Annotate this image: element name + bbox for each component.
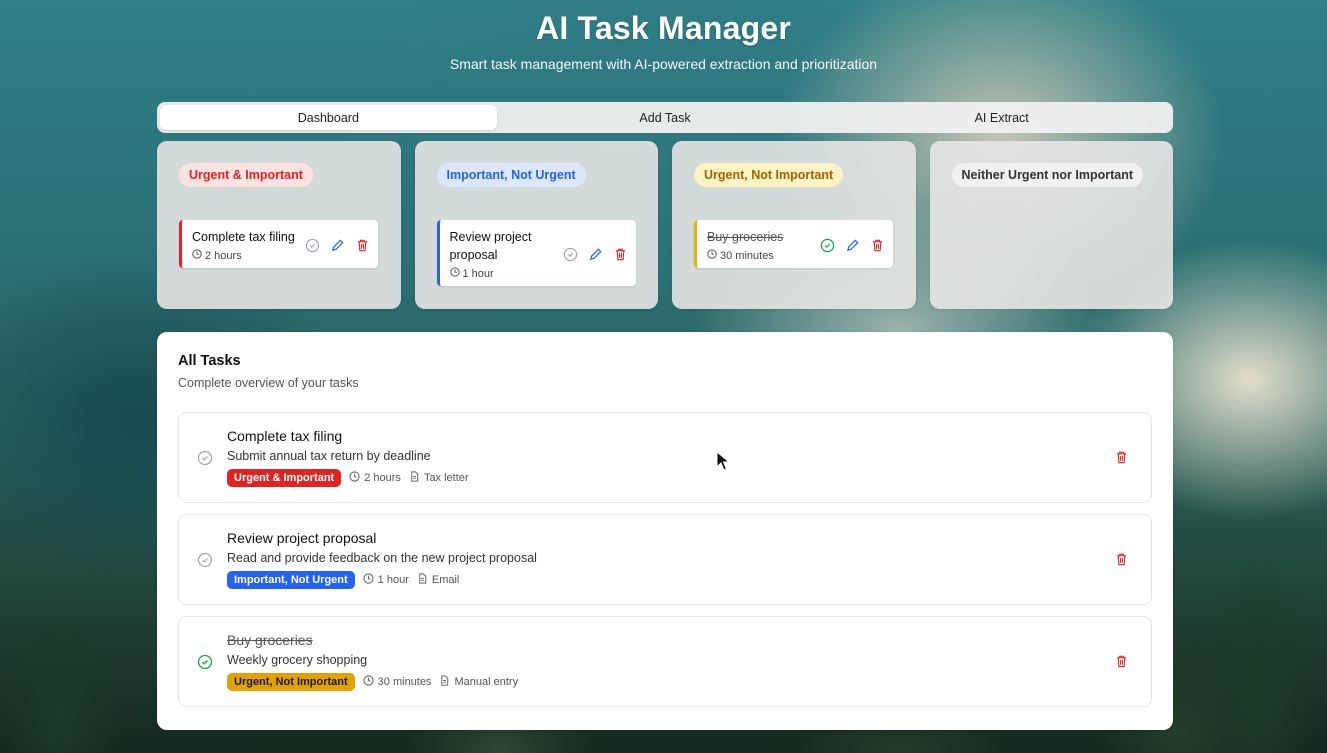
edit-pencil-icon[interactable]	[330, 238, 345, 253]
complete-circle-icon[interactable]	[197, 552, 213, 568]
delete-trash-icon[interactable]	[1114, 552, 1129, 567]
delete-trash-icon[interactable]	[1114, 654, 1129, 669]
task-row: Review project proposal Read and provide…	[178, 514, 1152, 605]
quadrant-task-title: Complete tax filing	[192, 230, 295, 244]
edit-pencil-icon[interactable]	[845, 238, 860, 253]
delete-trash-icon[interactable]	[1114, 450, 1129, 465]
document-icon	[417, 573, 428, 587]
task-time: 1 hour	[377, 574, 409, 586]
task-description: Submit annual tax return by deadline	[227, 449, 431, 463]
quadrant-important-not-urgent: Important, Not Urgent Review project pro…	[414, 141, 658, 309]
quadrant-task-title: Review project proposal	[449, 230, 532, 262]
quadrant-label: Important, Not Urgent	[436, 163, 586, 187]
clock-icon	[707, 249, 717, 262]
all-tasks-panel: All Tasks Complete overview of your task…	[157, 332, 1173, 730]
quadrant-urgent-not-important: Urgent, Not Important Buy groceries 30 m…	[672, 141, 916, 309]
priority-tag: Important, Not Urgent	[227, 571, 355, 589]
quadrant-urgent-important: Urgent & Important Complete tax filing 2…	[157, 141, 401, 309]
quadrant-label: Neither Urgent nor Important	[951, 163, 1144, 187]
quadrant-task-time: 1 hour	[462, 267, 494, 280]
completed-check-icon[interactable]	[820, 238, 835, 253]
panel-title: All Tasks	[178, 353, 241, 369]
quadrant-task-card[interactable]: Review project proposal 1 hour	[436, 220, 636, 286]
clock-icon	[349, 471, 360, 485]
completed-check-icon[interactable]	[197, 654, 213, 670]
delete-trash-icon[interactable]	[355, 238, 370, 253]
task-time: 2 hours	[364, 472, 401, 484]
task-source: Email	[431, 574, 460, 586]
task-time: 30 minutes	[377, 676, 432, 688]
app-subtitle: Smart task management with AI-powered ex…	[449, 56, 878, 72]
quadrant-label: Urgent, Not Important	[694, 163, 844, 187]
document-icon	[439, 675, 450, 689]
priority-tag: Urgent & Important	[227, 469, 342, 487]
quadrant-task-title: Buy groceries	[707, 230, 784, 244]
task-row: Complete tax filing Submit annual tax re…	[178, 412, 1152, 503]
quadrant-task-card[interactable]: Complete tax filing 2 hours	[179, 220, 378, 268]
clock-icon	[192, 249, 202, 262]
task-description: Weekly grocery shopping	[227, 653, 368, 667]
task-source: Manual entry	[454, 676, 519, 688]
task-source: Tax letter	[423, 472, 469, 484]
tab-ai-extract[interactable]: AI Extract	[833, 105, 1170, 130]
app-header: AI Task Manager Smart task management wi…	[0, 0, 1327, 72]
clock-icon	[363, 675, 374, 689]
task-title: Complete tax filing	[227, 428, 343, 444]
edit-pencil-icon[interactable]	[588, 247, 603, 262]
quadrant-neither: Neither Urgent nor Important	[929, 141, 1173, 309]
delete-trash-icon[interactable]	[870, 238, 885, 253]
clock-icon	[363, 573, 374, 587]
tab-add-task[interactable]: Add Task	[497, 105, 834, 130]
task-title: Review project proposal	[227, 530, 377, 546]
quadrant-task-time: 30 minutes	[720, 249, 774, 262]
mouse-cursor-icon	[716, 451, 730, 471]
quadrant-task-card[interactable]: Buy groceries 30 minutes	[694, 220, 893, 268]
clock-icon	[449, 267, 460, 280]
tab-dashboard[interactable]: Dashboard	[160, 105, 497, 130]
quadrant-label: Urgent & Important	[179, 163, 313, 187]
complete-circle-icon[interactable]	[197, 450, 213, 466]
delete-trash-icon[interactable]	[613, 247, 628, 262]
tab-bar: Dashboard Add Task AI Extract	[157, 102, 1173, 133]
priority-tag: Urgent, Not Important	[227, 673, 355, 691]
app-title: AI Task Manager	[536, 10, 791, 46]
complete-circle-icon[interactable]	[305, 238, 320, 253]
panel-subtitle: Complete overview of your tasks	[178, 376, 359, 390]
complete-circle-icon[interactable]	[563, 247, 578, 262]
document-icon	[409, 471, 420, 485]
task-row: Buy groceries Weekly grocery shopping Ur…	[178, 616, 1152, 707]
eisenhower-matrix: Urgent & Important Complete tax filing 2…	[157, 141, 1173, 309]
task-description: Read and provide feedback on the new pro…	[227, 551, 537, 565]
quadrant-task-time: 2 hours	[205, 249, 242, 262]
task-title: Buy groceries	[227, 632, 313, 648]
